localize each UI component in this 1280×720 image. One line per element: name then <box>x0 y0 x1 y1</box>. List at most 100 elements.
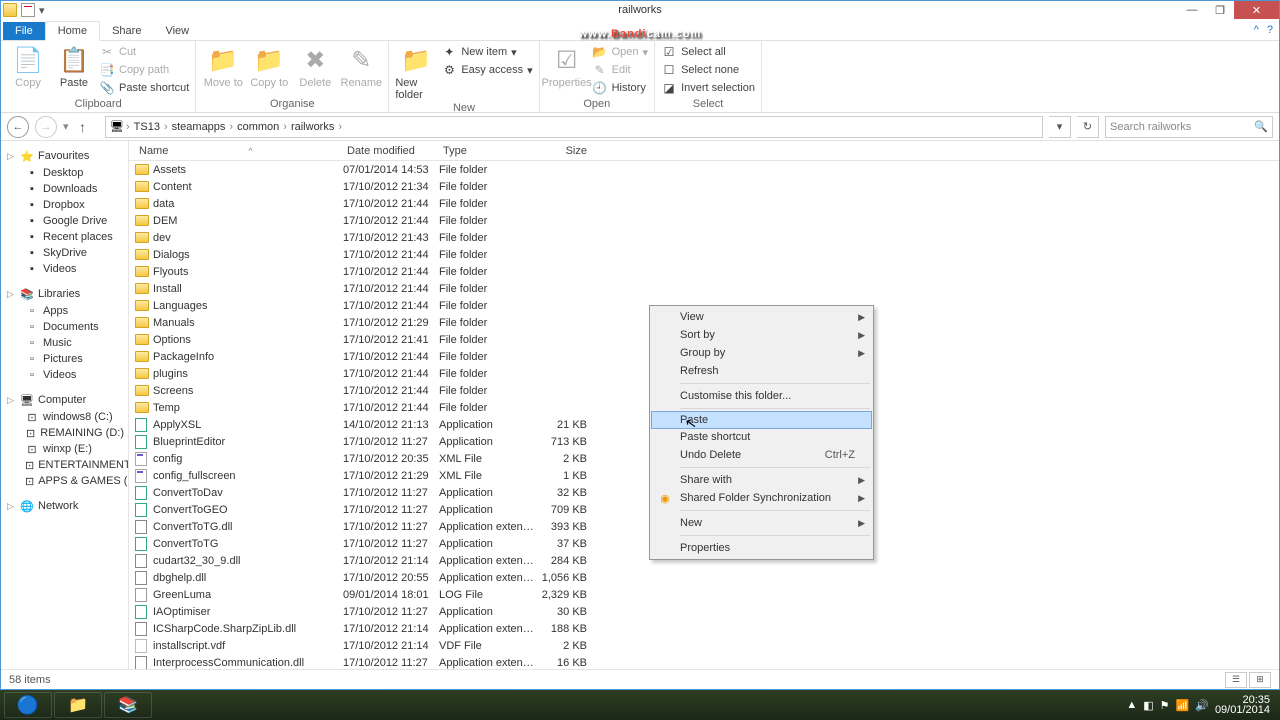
edit-button[interactable]: ✎Edit <box>592 61 648 79</box>
invert-selection-button[interactable]: ◪Invert selection <box>661 79 755 97</box>
file-row[interactable]: data17/10/2012 21:44File folder <box>129 195 1279 212</box>
file-row[interactable]: Content17/10/2012 21:34File folder <box>129 178 1279 195</box>
close-button[interactable]: ✕ <box>1234 1 1279 19</box>
details-view-button[interactable]: ☰ <box>1225 672 1247 688</box>
cm-customise[interactable]: Customise this folder... <box>652 387 871 405</box>
cm-undo-delete[interactable]: Undo DeleteCtrl+Z <box>652 446 871 464</box>
col-date[interactable]: Date modified <box>343 145 439 157</box>
qat-properties-icon[interactable] <box>21 3 35 17</box>
breadcrumb[interactable]: 🖥› TS13› steamapps› common› railworks› <box>105 116 1043 138</box>
cm-paste-shortcut[interactable]: Paste shortcut <box>652 428 871 446</box>
sidebar-item[interactable]: ▪SkyDrive <box>1 245 128 261</box>
task-chrome[interactable]: 🔵 <box>4 692 52 718</box>
tab-share[interactable]: Share <box>100 22 153 40</box>
refresh-button[interactable]: ↻ <box>1077 116 1099 138</box>
cm-refresh[interactable]: Refresh <box>652 362 871 380</box>
tab-home[interactable]: Home <box>45 21 100 41</box>
copy-button[interactable]: 📄Copy <box>7 43 49 89</box>
cm-view[interactable]: View▶ <box>652 308 871 326</box>
col-name[interactable]: Name^ <box>135 145 343 157</box>
tray-network-icon[interactable]: 📶 <box>1176 699 1190 712</box>
col-type[interactable]: Type <box>439 145 535 157</box>
move-to-button[interactable]: 📁Move to <box>202 43 244 89</box>
tray-flag-icon[interactable]: ⚑ <box>1160 699 1170 712</box>
open-button[interactable]: 📂Open ▾ <box>592 43 648 61</box>
minimize-button[interactable]: — <box>1178 1 1206 19</box>
sidebar-favourites[interactable]: ▷⭐Favourites <box>1 147 128 165</box>
file-row[interactable]: Install17/10/2012 21:44File folder <box>129 280 1279 297</box>
maximize-button[interactable]: ❐ <box>1206 1 1234 19</box>
search-input[interactable]: Search railworks 🔍 <box>1105 116 1273 138</box>
back-button[interactable]: ← <box>7 116 29 138</box>
cut-button[interactable]: ✂Cut <box>99 43 189 61</box>
qat-dropdown-icon[interactable]: ▾ <box>39 4 49 16</box>
system-tray[interactable]: ▲ ◧ ⚑ 📶 🔊 20:35 09/01/2014 <box>1126 695 1276 715</box>
cm-properties[interactable]: Properties <box>652 539 871 557</box>
sidebar-item[interactable]: ▫Videos <box>1 367 128 383</box>
help-icon[interactable]: ? <box>1267 24 1273 36</box>
file-row[interactable]: dev17/10/2012 21:43File folder <box>129 229 1279 246</box>
file-row[interactable]: dbghelp.dll17/10/2012 20:55Application e… <box>129 569 1279 586</box>
qat-folder-icon[interactable] <box>3 3 17 17</box>
up-button[interactable]: ↑ <box>79 119 99 135</box>
new-folder-button[interactable]: 📁New folder <box>395 43 437 101</box>
file-row[interactable]: installscript.vdf17/10/2012 21:14VDF Fil… <box>129 637 1279 654</box>
tab-file[interactable]: File <box>3 22 45 40</box>
file-row[interactable]: Dialogs17/10/2012 21:44File folder <box>129 246 1279 263</box>
tray-app-icon[interactable]: ◧ <box>1143 699 1153 712</box>
rename-button[interactable]: ✎Rename <box>340 43 382 89</box>
tray-volume-icon[interactable]: 🔊 <box>1195 699 1209 712</box>
crumb-3[interactable]: railworks <box>289 121 336 133</box>
sidebar-item[interactable]: ⊡APPS & GAMES (I:) <box>1 473 128 489</box>
select-all-button[interactable]: ☑Select all <box>661 43 755 61</box>
sidebar-item[interactable]: ▫Documents <box>1 319 128 335</box>
sidebar-network[interactable]: ▷🌐Network <box>1 497 128 515</box>
paste-shortcut-button[interactable]: 📎Paste shortcut <box>99 79 189 97</box>
file-row[interactable]: DEM17/10/2012 21:44File folder <box>129 212 1279 229</box>
copy-path-button[interactable]: 📑Copy path <box>99 61 189 79</box>
sidebar-item[interactable]: ▪Recent places <box>1 229 128 245</box>
history-dropdown-icon[interactable]: ▾ <box>63 120 73 133</box>
delete-button[interactable]: ✖Delete <box>294 43 336 89</box>
properties-button[interactable]: ☑Properties <box>546 43 588 89</box>
col-size[interactable]: Size <box>535 145 599 157</box>
tray-up-icon[interactable]: ▲ <box>1126 699 1137 711</box>
sidebar-item[interactable]: ⊡windows8 (C:) <box>1 409 128 425</box>
new-item-button[interactable]: ✦New item ▾ <box>441 43 532 61</box>
cm-new[interactable]: New▶ <box>652 514 871 532</box>
tab-view[interactable]: View <box>153 22 201 40</box>
cm-share-with[interactable]: Share with▶ <box>652 471 871 489</box>
sidebar-item[interactable]: ▪Downloads <box>1 181 128 197</box>
file-row[interactable]: GreenLuma09/01/2014 18:01LOG File2,329 K… <box>129 586 1279 603</box>
easy-access-button[interactable]: ⚙Easy access ▾ <box>441 61 532 79</box>
sidebar-item[interactable]: ▪Videos <box>1 261 128 277</box>
sidebar-item[interactable]: ⊡REMAINING (D:) <box>1 425 128 441</box>
crumb-0[interactable]: TS13 <box>132 121 162 133</box>
icons-view-button[interactable]: ⊞ <box>1249 672 1271 688</box>
task-winrar[interactable]: 📚 <box>104 692 152 718</box>
sidebar-libraries[interactable]: ▷📚Libraries <box>1 285 128 303</box>
copy-to-button[interactable]: 📁Copy to <box>248 43 290 89</box>
crumb-1[interactable]: steamapps <box>170 121 228 133</box>
sidebar-item[interactable]: ▪Dropbox <box>1 197 128 213</box>
sidebar-item[interactable]: ▫Music <box>1 335 128 351</box>
sidebar-computer[interactable]: ▷🖥Computer <box>1 391 128 409</box>
sidebar-item[interactable]: ▫Pictures <box>1 351 128 367</box>
cm-shared-sync[interactable]: ◉Shared Folder Synchronization▶ <box>652 489 871 507</box>
ribbon-collapse-icon[interactable]: ^ <box>1254 24 1259 36</box>
select-none-button[interactable]: ☐Select none <box>661 61 755 79</box>
file-row[interactable]: IAOptimiser17/10/2012 11:27Application30… <box>129 603 1279 620</box>
task-explorer[interactable]: 📁 <box>54 692 102 718</box>
cm-sort-by[interactable]: Sort by▶ <box>652 326 871 344</box>
file-row[interactable]: ICSharpCode.SharpZipLib.dll17/10/2012 21… <box>129 620 1279 637</box>
clock[interactable]: 20:35 09/01/2014 <box>1215 695 1270 715</box>
sidebar-item[interactable]: ⊡winxp (E:) <box>1 441 128 457</box>
addr-dropdown-icon[interactable]: ▾ <box>1049 116 1071 138</box>
sidebar-item[interactable]: ▪Google Drive <box>1 213 128 229</box>
sidebar-item[interactable]: ▫Apps <box>1 303 128 319</box>
file-row[interactable]: Flyouts17/10/2012 21:44File folder <box>129 263 1279 280</box>
sidebar-item[interactable]: ▪Desktop <box>1 165 128 181</box>
file-row[interactable]: InterprocessCommunication.dll17/10/2012 … <box>129 654 1279 669</box>
file-row[interactable]: Assets07/01/2014 14:53File folder <box>129 161 1279 178</box>
sidebar-item[interactable]: ⊡ENTERTAINMENT <box>1 457 128 473</box>
